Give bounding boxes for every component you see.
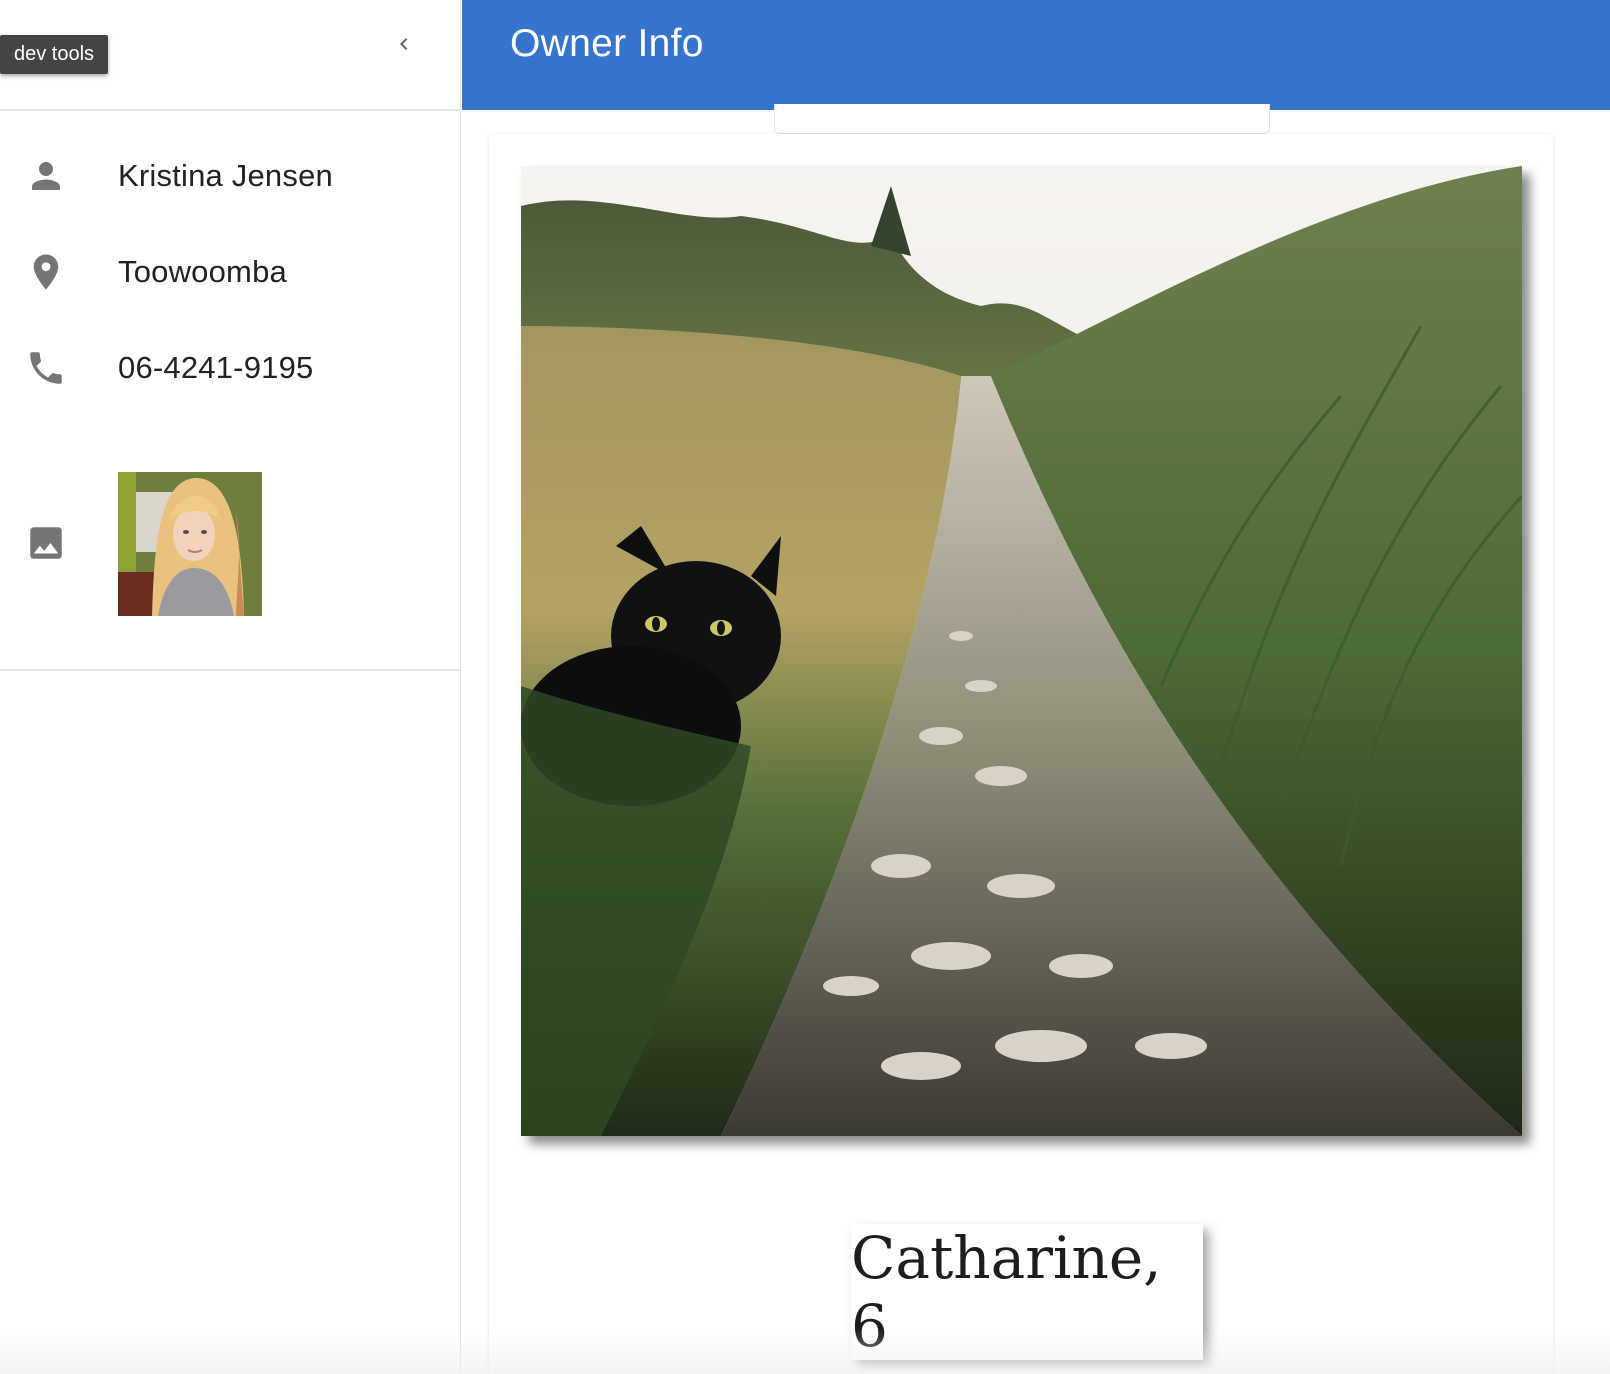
owner-city: Toowoomba (118, 254, 287, 289)
pet-photo[interactable] (521, 166, 1522, 1136)
app-root: dev tools Kristina Jensen Toowoomba 06-4… (0, 0, 1610, 1374)
person-icon (25, 155, 67, 197)
owner-phone: 06-4241-9195 (118, 350, 314, 385)
side-drawer: dev tools Kristina Jensen Toowoomba 06-4… (0, 0, 461, 1374)
main-content: Catharine, 6 (462, 104, 1610, 1374)
owner-name-row: Kristina Jensen (0, 146, 461, 206)
app-bar: Owner Info (462, 0, 1610, 110)
owner-name: Kristina Jensen (118, 158, 333, 193)
background-card-edge (774, 104, 1270, 134)
owner-city-row: Toowoomba (0, 242, 461, 302)
pet-card: Catharine, 6 (489, 134, 1553, 1374)
image-icon (25, 522, 67, 564)
pet-name-age: Catharine, 6 (851, 1224, 1162, 1360)
pet-caption: Catharine, 6 (851, 1224, 1203, 1360)
owner-avatar[interactable] (118, 472, 262, 616)
collapse-drawer-button[interactable] (386, 26, 422, 62)
owner-phone-row: 06-4241-9195 (0, 338, 461, 398)
phone-icon (25, 347, 67, 389)
page-title: Owner Info (510, 22, 704, 65)
dev-tools-tag[interactable]: dev tools (0, 35, 109, 74)
owner-photo-row (0, 472, 461, 617)
chevron-left-icon (400, 38, 408, 50)
drawer-header: dev tools (0, 0, 461, 111)
drawer-divider (0, 669, 461, 671)
location-pin-icon (25, 251, 67, 293)
